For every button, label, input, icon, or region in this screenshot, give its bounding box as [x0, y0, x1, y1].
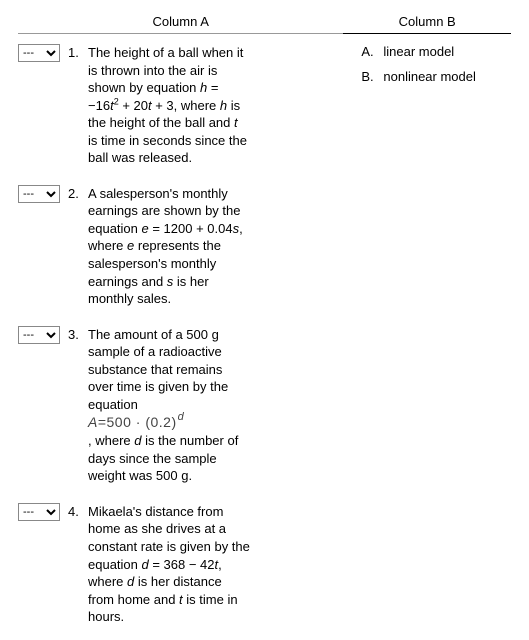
- answer-select-q3[interactable]: ---: [18, 326, 60, 344]
- question-text: The height of a ball when it is thrown i…: [88, 44, 343, 167]
- question-text: A salesperson's monthly earnings are sho…: [88, 185, 343, 308]
- answer-text: nonlinear model: [383, 69, 476, 84]
- question-number: 1.: [68, 44, 88, 60]
- column-headers: Column A Column B: [18, 14, 511, 34]
- answer-option-b: B. nonlinear model: [361, 69, 511, 84]
- question-row-4: --- 4. Mikaela's distance from home as s…: [18, 503, 343, 626]
- question-row-2: --- 2. A salesperson's monthly earnings …: [18, 185, 343, 308]
- question-row-3: --- 3. The amount of a 500 g sample of a…: [18, 326, 343, 485]
- question-text: The amount of a 500 g sample of a radioa…: [88, 326, 343, 485]
- answer-option-a: A. linear model: [361, 44, 511, 59]
- question-number: 4.: [68, 503, 88, 519]
- question-text: Mikaela's distance from home as she driv…: [88, 503, 343, 626]
- answer-letter: A.: [361, 44, 383, 59]
- answer-text: linear model: [383, 44, 454, 59]
- header-column-b: Column B: [343, 14, 511, 34]
- question-number: 2.: [68, 185, 88, 201]
- answer-select-q4[interactable]: ---: [18, 503, 60, 521]
- header-column-a: Column A: [18, 14, 343, 34]
- column-b: A. linear model B. nonlinear model: [343, 44, 511, 626]
- answer-select-q1[interactable]: ---: [18, 44, 60, 62]
- question-number: 3.: [68, 326, 88, 342]
- answer-letter: B.: [361, 69, 383, 84]
- answer-select-q2[interactable]: ---: [18, 185, 60, 203]
- column-a: --- 1. The height of a ball when it is t…: [18, 44, 343, 626]
- equation: A=500 · (0.2)d: [88, 414, 183, 430]
- question-row-1: --- 1. The height of a ball when it is t…: [18, 44, 343, 167]
